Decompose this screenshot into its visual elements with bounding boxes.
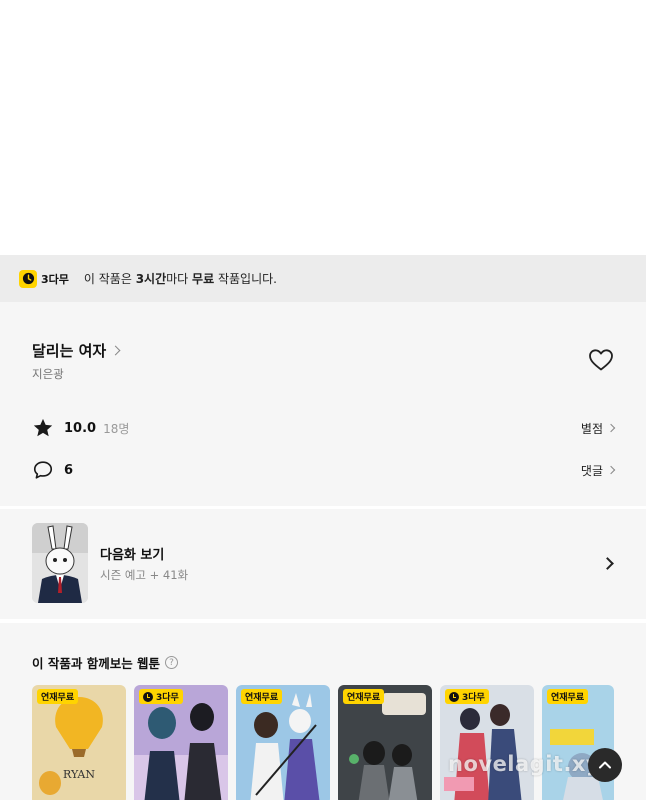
scroll-to-top-button[interactable]: [588, 748, 622, 782]
comment-row: 6 댓글: [32, 458, 616, 482]
recommendation-card[interactable]: 연재무료: [542, 685, 614, 800]
free-notice-bar: 3다무 이 작품은 3시간마다 무료 작품입니다.: [0, 255, 646, 302]
recommendations-title: 이 작품과 함께보는 웹툰: [32, 656, 161, 671]
svg-text:RYAN: RYAN: [63, 768, 95, 781]
three-day-free-badge: 3다무: [19, 269, 69, 289]
recommendation-card[interactable]: 3다무: [134, 685, 228, 800]
notice-message: 이 작품은 3시간마다 무료 작품입니다.: [83, 272, 277, 286]
rating-row: 10.0 18명 별점: [32, 416, 616, 440]
author-name[interactable]: 지은광: [32, 366, 64, 382]
card-badge: 연재무료: [241, 689, 283, 704]
rate-link[interactable]: 별점: [580, 420, 616, 437]
recommendation-card[interactable]: 연재무료: [338, 685, 432, 800]
card-badge: 연재무료: [37, 689, 79, 704]
chevron-up-icon: [599, 761, 611, 769]
card-badge: 연재무료: [343, 689, 385, 704]
chevron-right-icon: [601, 557, 614, 570]
comments-link[interactable]: 댓글: [580, 462, 616, 479]
next-episode-subtitle: 시즌 예고 + 41화: [100, 568, 189, 582]
chevron-right-icon: [110, 345, 121, 356]
clock-icon: [19, 269, 37, 288]
recommendations-header: 이 작품과 함께보는 웹툰 ?: [32, 653, 179, 672]
badge-label: 3다무: [41, 272, 69, 286]
star-icon: [33, 418, 53, 437]
card-badge: 3다무: [139, 689, 183, 704]
work-info-panel: 달리는 여자 지은광 10.0 18명 별점 6 댓글: [0, 302, 646, 506]
heart-icon[interactable]: [588, 348, 614, 372]
rating-value: 10.0: [64, 420, 97, 436]
recommendation-card[interactable]: 3다무: [440, 685, 534, 800]
next-episode-panel[interactable]: 다음화 보기 시즌 예고 + 41화: [0, 509, 646, 619]
card-badge: 3다무: [445, 689, 489, 704]
chevron-right-icon: [606, 465, 616, 475]
help-icon[interactable]: ?: [165, 656, 179, 669]
work-title: 달리는 여자: [32, 342, 107, 360]
rate-link-label: 별점: [580, 421, 603, 436]
next-episode-thumbnail: [32, 523, 88, 603]
work-title-link[interactable]: 달리는 여자: [32, 340, 121, 361]
comments-link-label: 댓글: [580, 463, 603, 478]
recommendation-card[interactable]: 연재무료: [236, 685, 330, 800]
comment-count: 6: [64, 462, 74, 478]
card-badge: 연재무료: [547, 689, 589, 704]
chevron-right-icon: [606, 423, 616, 433]
recommendation-card[interactable]: RYAN 연재무료: [32, 685, 126, 800]
content-blank-area: [0, 0, 646, 255]
rating-count: 18명: [103, 421, 130, 436]
speech-bubble-icon: [33, 461, 53, 479]
next-episode-title: 다음화 보기: [100, 548, 165, 563]
